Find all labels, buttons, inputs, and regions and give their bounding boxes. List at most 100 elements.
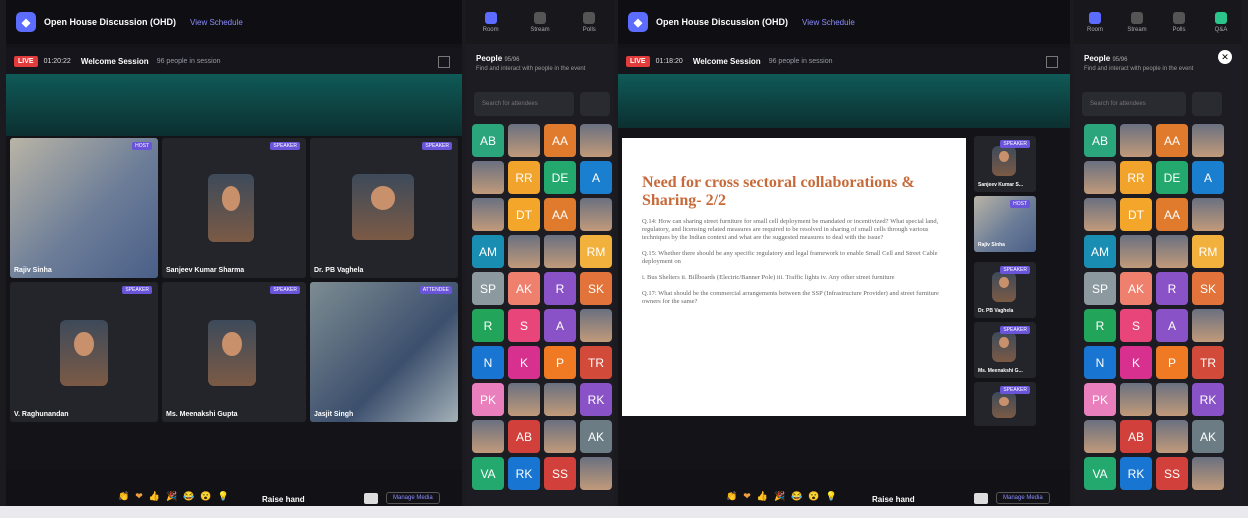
participant-avatar[interactable]: SK bbox=[580, 272, 612, 305]
participant-avatar[interactable]: RK bbox=[1192, 383, 1224, 416]
participant-avatar[interactable]: SS bbox=[1156, 457, 1188, 490]
participant-avatar[interactable]: TR bbox=[580, 346, 612, 379]
participant-avatar[interactable]: AM bbox=[472, 235, 504, 268]
clap-icon[interactable]: 👏 bbox=[118, 491, 129, 502]
participant-avatar[interactable]: P bbox=[544, 346, 576, 379]
participant-avatar[interactable]: K bbox=[1120, 346, 1152, 379]
idea-icon[interactable]: 💡 bbox=[218, 491, 229, 502]
participant-avatar[interactable]: PK bbox=[472, 383, 504, 416]
participant-avatar[interactable]: TR bbox=[1192, 346, 1224, 379]
participant-avatar[interactable]: AB bbox=[1084, 124, 1116, 157]
participant-avatar[interactable] bbox=[1192, 457, 1224, 490]
participant-avatar[interactable] bbox=[1156, 383, 1188, 416]
participant-avatar[interactable]: DE bbox=[544, 161, 576, 194]
side-video-tile[interactable]: SPEAKER Sanjeev Kumar S... bbox=[974, 136, 1036, 192]
participant-avatar[interactable] bbox=[544, 383, 576, 416]
participant-avatar[interactable]: AA bbox=[1156, 124, 1188, 157]
view-toggle-button[interactable] bbox=[1192, 92, 1222, 116]
tab-room[interactable]: Room bbox=[474, 11, 508, 33]
participant-avatar[interactable]: A bbox=[580, 161, 612, 194]
side-video-tile[interactable]: SPEAKER bbox=[974, 382, 1036, 426]
participant-avatar[interactable] bbox=[1156, 420, 1188, 453]
participant-avatar[interactable]: AK bbox=[580, 420, 612, 453]
raise-hand-button[interactable]: Raise hand bbox=[872, 495, 915, 504]
people-search-input[interactable]: Search for attendees bbox=[474, 92, 574, 116]
app-logo-icon[interactable]: ◆ bbox=[16, 12, 36, 32]
participant-avatar[interactable] bbox=[544, 420, 576, 453]
participant-avatar[interactable]: RK bbox=[508, 457, 540, 490]
participant-avatar[interactable]: RR bbox=[1120, 161, 1152, 194]
participant-avatar[interactable]: S bbox=[508, 309, 540, 342]
participant-avatar[interactable]: RK bbox=[1120, 457, 1152, 490]
participant-avatar[interactable]: AM bbox=[1084, 235, 1116, 268]
participant-avatar[interactable] bbox=[580, 309, 612, 342]
participant-avatar[interactable]: AK bbox=[1120, 272, 1152, 305]
participant-avatar[interactable]: SS bbox=[544, 457, 576, 490]
tab-polls[interactable]: Polls bbox=[572, 11, 606, 33]
participant-avatar[interactable] bbox=[1156, 235, 1188, 268]
video-tile[interactable]: SPEAKER Sanjeev Kumar Sharma bbox=[162, 138, 306, 278]
people-search-input[interactable]: Search for attendees bbox=[1082, 92, 1186, 116]
party-icon[interactable]: 🎉 bbox=[166, 491, 177, 502]
view-schedule-link[interactable]: View Schedule bbox=[190, 18, 243, 27]
participant-avatar[interactable] bbox=[508, 124, 540, 157]
participant-avatar[interactable] bbox=[1084, 161, 1116, 194]
participant-avatar[interactable]: N bbox=[472, 346, 504, 379]
participant-avatar[interactable]: AB bbox=[1120, 420, 1152, 453]
participant-avatar[interactable] bbox=[580, 124, 612, 157]
media-toggle-icon[interactable] bbox=[364, 493, 378, 504]
participant-avatar[interactable]: RR bbox=[508, 161, 540, 194]
view-schedule-link[interactable]: View Schedule bbox=[802, 18, 855, 27]
tab-room[interactable]: Room bbox=[1078, 11, 1112, 33]
heart-icon[interactable]: ❤ bbox=[743, 491, 751, 502]
participant-avatar[interactable]: A bbox=[544, 309, 576, 342]
participant-avatar[interactable]: K bbox=[508, 346, 540, 379]
raise-hand-button[interactable]: Raise hand bbox=[262, 495, 305, 504]
participant-avatar[interactable]: RM bbox=[580, 235, 612, 268]
close-icon[interactable]: ✕ bbox=[1218, 50, 1232, 64]
participant-avatar[interactable]: AA bbox=[544, 124, 576, 157]
view-toggle-button[interactable] bbox=[580, 92, 610, 116]
participant-avatar[interactable]: P bbox=[1156, 346, 1188, 379]
participant-avatar[interactable]: A bbox=[1156, 309, 1188, 342]
tab-stream[interactable]: Stream bbox=[1120, 11, 1154, 33]
participant-avatar[interactable] bbox=[1192, 124, 1224, 157]
idea-icon[interactable]: 💡 bbox=[826, 491, 837, 502]
thumbs-up-icon[interactable]: 👍 bbox=[149, 491, 160, 502]
participant-avatar[interactable]: AB bbox=[472, 124, 504, 157]
participant-avatar[interactable]: AK bbox=[1192, 420, 1224, 453]
participant-avatar[interactable]: AA bbox=[1156, 198, 1188, 231]
layout-grid-icon[interactable] bbox=[1046, 56, 1058, 68]
participant-avatar[interactable] bbox=[1192, 198, 1224, 231]
participant-avatar[interactable] bbox=[1120, 235, 1152, 268]
participant-avatar[interactable]: DT bbox=[508, 198, 540, 231]
participant-avatar[interactable]: SK bbox=[1192, 272, 1224, 305]
participant-avatar[interactable] bbox=[1084, 198, 1116, 231]
side-video-tile[interactable]: HOST Rajiv Sinha bbox=[974, 196, 1036, 252]
participant-avatar[interactable]: DE bbox=[1156, 161, 1188, 194]
participant-avatar[interactable] bbox=[508, 235, 540, 268]
clap-icon[interactable]: 👏 bbox=[726, 491, 737, 502]
surprise-icon[interactable]: 😮 bbox=[808, 491, 819, 502]
video-tile[interactable]: SPEAKER V. Raghunandan bbox=[10, 282, 158, 422]
participant-avatar[interactable] bbox=[1120, 124, 1152, 157]
participant-avatar[interactable]: A bbox=[1192, 161, 1224, 194]
media-toggle-icon[interactable] bbox=[974, 493, 988, 504]
participant-avatar[interactable]: R bbox=[1156, 272, 1188, 305]
participant-avatar[interactable]: R bbox=[544, 272, 576, 305]
participant-avatar[interactable] bbox=[508, 383, 540, 416]
participant-avatar[interactable]: AK bbox=[508, 272, 540, 305]
participant-avatar[interactable] bbox=[1120, 383, 1152, 416]
laugh-icon[interactable]: 😂 bbox=[791, 491, 802, 502]
participant-avatar[interactable]: SP bbox=[1084, 272, 1116, 305]
participant-avatar[interactable]: RK bbox=[580, 383, 612, 416]
side-video-tile[interactable]: SPEAKER Ms. Meenakshi G... bbox=[974, 322, 1036, 378]
video-tile[interactable]: SPEAKER Ms. Meenakshi Gupta bbox=[162, 282, 306, 422]
participant-avatar[interactable] bbox=[1192, 309, 1224, 342]
tab-polls[interactable]: Polls bbox=[1162, 11, 1196, 33]
participant-avatar[interactable]: RM bbox=[1192, 235, 1224, 268]
participant-avatar[interactable] bbox=[472, 420, 504, 453]
participant-avatar[interactable]: VA bbox=[472, 457, 504, 490]
manage-media-button[interactable]: Manage Media bbox=[386, 492, 440, 504]
participant-avatar[interactable] bbox=[580, 457, 612, 490]
